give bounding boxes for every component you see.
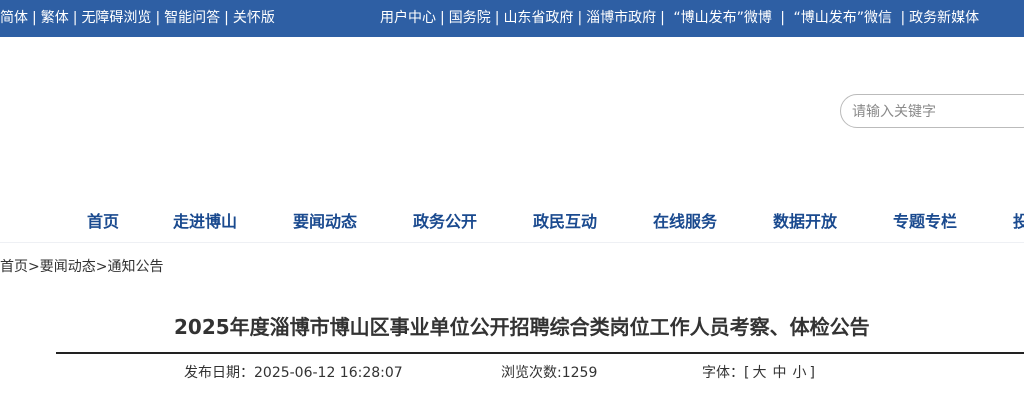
breadcrumb-separator: > [95, 259, 108, 275]
link-care-mode[interactable]: 关怀版 [233, 10, 275, 26]
nav-item-gov-affairs[interactable]: 政务公开 [413, 208, 477, 232]
font-size-label: 字体： [702, 365, 744, 381]
nav-item-news[interactable]: 要闻动态 [293, 208, 357, 232]
breadcrumb: 首页>要闻动态>通知公告 [0, 256, 163, 276]
link-user-center[interactable]: 用户中心 [380, 10, 436, 26]
separator: | [780, 10, 786, 26]
link-state-council[interactable]: 国务院 [449, 10, 491, 26]
nav-item-online-service[interactable]: 在线服务 [653, 208, 717, 232]
separator: | [32, 10, 37, 26]
separator: | [440, 10, 445, 26]
separator: | [494, 10, 500, 26]
nav-item-about-boshan[interactable]: 走进博山 [173, 208, 237, 232]
font-small-button[interactable]: 小 [789, 365, 809, 381]
link-accessibility[interactable]: 无障碍浏览 [81, 10, 151, 26]
breadcrumb-home[interactable]: 首页 [0, 259, 28, 275]
nav-item-open-data[interactable]: 数据开放 [773, 208, 837, 232]
nav-item-interaction[interactable]: 政民互动 [533, 208, 597, 232]
link-new-media[interactable]: 政务新媒体 [909, 10, 979, 26]
publish-date-value: 2025-06-12 16:28:07 [254, 365, 403, 381]
link-wechat[interactable]: “博山发布”微信 [793, 10, 892, 26]
link-shandong-gov[interactable]: 山东省政府 [503, 10, 573, 26]
search-box [840, 94, 1024, 128]
font-medium-button[interactable]: 中 [769, 365, 789, 381]
view-count-label: 浏览次数: [501, 365, 562, 381]
title-divider [56, 352, 1024, 354]
view-count-value: 1259 [561, 365, 598, 381]
separator: | [900, 10, 906, 26]
link-smart-qa[interactable]: 智能问答 [164, 10, 220, 26]
top-left-links: 简体 | 繁体 | 无障碍浏览 | 智能问答 | 关怀版 [0, 0, 275, 37]
font-large-button[interactable]: 大 [749, 365, 769, 381]
separator: | [660, 10, 665, 26]
nav-item-truncated[interactable]: 投 [1013, 208, 1024, 232]
separator: | [224, 10, 229, 26]
separator: | [577, 10, 583, 26]
search-input[interactable] [852, 101, 1022, 123]
nav-item-special-topics[interactable]: 专题专栏 [893, 208, 957, 232]
publish-date-label: 发布日期： [184, 365, 254, 381]
view-count: 浏览次数:1259 [501, 362, 597, 382]
separator: | [155, 10, 161, 26]
breadcrumb-separator: > [28, 259, 40, 275]
link-weibo[interactable]: “博山发布”微博 [673, 10, 772, 26]
top-right-links: 用户中心 | 国务院 | 山东省政府 | 淄博市政府 | “博山发布”微博 | “博山发布”微… [380, 0, 979, 37]
breadcrumb-notices[interactable]: 通知公告 [107, 259, 163, 275]
page-title: 2025年度淄博市博山区事业单位公开招聘综合类岗位工作人员考察、体检公告 [174, 315, 870, 339]
separator: | [72, 10, 78, 26]
font-size-control: 字体：[大中小] [702, 362, 815, 382]
nav-item-home[interactable]: 首页 [87, 208, 119, 232]
breadcrumb-news[interactable]: 要闻动态 [40, 259, 96, 275]
link-zibo-gov[interactable]: 淄博市政府 [586, 10, 656, 26]
link-simplified[interactable]: 简体 [0, 10, 28, 26]
main-nav: 首页 走进博山 要闻动态 政务公开 政民互动 在线服务 数据开放 专题专栏 投 [0, 196, 1024, 243]
bracket-close: ] [809, 365, 815, 381]
top-utility-bar: 简体 | 繁体 | 无障碍浏览 | 智能问答 | 关怀版 用户中心 | 国务院 | 山东省政府 | 淄博市政… [0, 0, 1024, 37]
link-traditional[interactable]: 繁体 [41, 10, 69, 26]
publish-date: 发布日期：2025-06-12 16:28:07 [184, 362, 403, 382]
